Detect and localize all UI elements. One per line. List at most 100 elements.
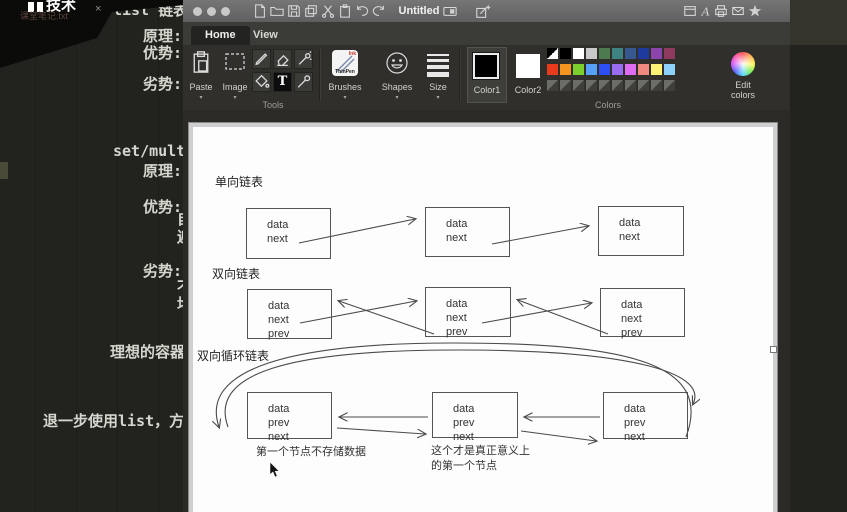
color-swatch-empty[interactable] — [599, 80, 610, 91]
colors-section-label: Colors — [594, 100, 621, 110]
color-swatch[interactable] — [586, 48, 597, 59]
color-swatch[interactable] — [586, 64, 597, 75]
color-swatch[interactable] — [664, 48, 675, 59]
paste-label: Paste — [189, 82, 213, 92]
color-wheel-icon — [731, 52, 755, 76]
color-swatch[interactable] — [625, 64, 636, 75]
fill-tool-button[interactable] — [252, 72, 271, 92]
brushes-icon: Ink ThinPen — [332, 50, 358, 76]
paste-clipboard-icon[interactable] — [338, 4, 352, 18]
compose-sparkle-icon[interactable] — [475, 4, 491, 20]
next-arrow — [491, 226, 588, 245]
traffic-light-minimize[interactable] — [207, 7, 216, 16]
color-swatch[interactable] — [625, 48, 636, 59]
color-swatch[interactable] — [573, 48, 584, 59]
shapes-button[interactable]: Shapes ▾ — [379, 47, 415, 107]
airbrush-tool-button[interactable] — [294, 49, 313, 69]
color-swatch-empty[interactable] — [560, 80, 571, 91]
color-swatch-empty[interactable] — [664, 80, 675, 91]
note-line: 原理: — [143, 162, 183, 180]
pencil-tool-button[interactable] — [252, 49, 271, 69]
drawing-canvas[interactable]: 单向链表 双向链表 双向循环链表 data next data next data n… — [193, 127, 773, 512]
note-line: 理想的容器 — [110, 343, 186, 361]
traffic-light-zoom[interactable] — [221, 7, 230, 16]
text-tool-button[interactable]: T — [273, 72, 292, 92]
color2-button[interactable]: Color2 — [509, 47, 547, 107]
color-swatch[interactable] — [547, 64, 558, 75]
title-bar: Untitled A — [183, 0, 790, 22]
print-icon[interactable] — [714, 4, 728, 18]
svg-text:A: A — [701, 4, 710, 18]
save-icon[interactable] — [287, 4, 301, 18]
color-swatch[interactable] — [651, 64, 662, 75]
color-swatch[interactable] — [573, 64, 584, 75]
edit-colors-button[interactable]: Edit colors — [721, 47, 765, 107]
note-line: 退一步使用list，方便 — [43, 412, 200, 430]
window-icon[interactable] — [683, 4, 697, 18]
color2-swatch — [516, 54, 540, 78]
redo-icon[interactable] — [372, 4, 386, 18]
color-swatch-empty[interactable] — [586, 80, 597, 91]
paste-button[interactable]: Paste ▾ — [185, 47, 217, 107]
color-swatch-empty[interactable] — [612, 80, 623, 91]
color-swatch[interactable] — [638, 48, 649, 59]
brushes-caret: ▾ — [343, 95, 347, 101]
new-file-icon[interactable] — [253, 4, 267, 18]
traffic-light-close[interactable] — [193, 7, 202, 16]
next-arrow — [481, 303, 591, 324]
copy-icon[interactable] — [304, 4, 318, 18]
open-folder-icon[interactable] — [270, 4, 284, 18]
color1-button[interactable]: Color1 — [467, 47, 507, 103]
paste-icon — [193, 51, 209, 73]
mail-icon[interactable] — [731, 4, 745, 18]
canvas-resize-handle[interactable] — [770, 346, 777, 353]
prev-arrow — [339, 301, 435, 335]
ribbon-separator — [459, 49, 461, 101]
ribbon-tab-strip: Home View — [183, 22, 790, 45]
color-swatch[interactable] — [612, 48, 623, 59]
brushes-button[interactable]: Ink ThinPen Brushes ▾ — [325, 47, 365, 107]
annotation-first-node: 第一个节点不存储数据 — [256, 446, 366, 458]
color-swatch-empty[interactable] — [625, 80, 636, 91]
size-button[interactable]: Size ▾ — [423, 47, 453, 107]
color-swatch[interactable] — [638, 64, 649, 75]
undo-icon[interactable] — [355, 4, 369, 18]
color-swatch-empty[interactable] — [547, 80, 558, 91]
edit-colors-label: Edit — [735, 80, 751, 90]
color-swatch[interactable] — [651, 48, 662, 59]
color-swatch[interactable] — [560, 64, 571, 75]
terminal-top-right-area — [790, 0, 847, 45]
shapes-label: Shapes — [381, 82, 413, 92]
shapes-smiley-icon — [386, 52, 408, 74]
prev-arrow — [518, 300, 609, 335]
color-swatch[interactable] — [664, 64, 675, 75]
color-swatch[interactable] — [599, 48, 610, 59]
text-style-icon[interactable]: A — [699, 4, 713, 18]
color-swatch-empty[interactable] — [573, 80, 584, 91]
next-arrow — [336, 427, 425, 434]
image-button[interactable]: Image ▾ — [219, 47, 251, 107]
brushes-label: Brushes — [328, 82, 362, 92]
color-swatch[interactable] — [599, 64, 610, 75]
annotation-real-first-2: 的第一个节点 — [431, 460, 497, 472]
paint-app-window: Untitled A Home View Paste ▾ Image ▾ T I… — [183, 0, 790, 512]
color-swatch[interactable] — [560, 48, 571, 59]
color-picker-tool-button[interactable] — [294, 72, 313, 92]
tab-close-button[interactable]: × — [95, 3, 101, 15]
tab-view[interactable]: View — [239, 26, 292, 45]
color-swatch[interactable] — [547, 48, 558, 59]
next-arrow — [298, 219, 415, 244]
color-swatch[interactable] — [612, 64, 623, 75]
tools-section-label: Tools — [262, 100, 284, 110]
cut-scissors-icon[interactable] — [321, 4, 335, 18]
star-icon[interactable] — [748, 4, 762, 18]
image-select-icon — [225, 53, 245, 70]
screen-share-icon[interactable] — [443, 4, 457, 18]
size-icon — [427, 72, 449, 77]
size-caret: ▾ — [436, 95, 440, 101]
color-swatch-empty[interactable] — [638, 80, 649, 91]
color-swatch-empty[interactable] — [651, 80, 662, 91]
color1-label: Color1 — [473, 85, 501, 95]
window-title: Untitled — [398, 5, 440, 17]
eraser-tool-button[interactable] — [273, 49, 292, 69]
